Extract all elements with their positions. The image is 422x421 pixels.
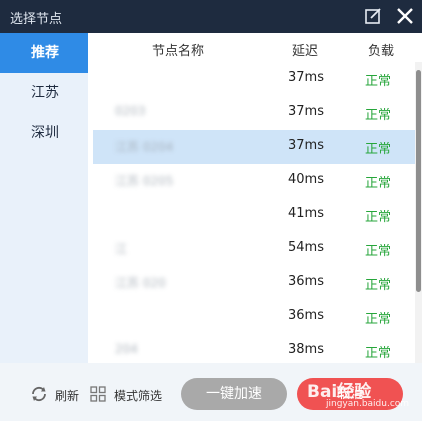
window-title: 选择节点 [10,12,63,27]
scrollbar-track[interactable] [415,62,422,364]
table-row-selected[interactable]: 江苏 0204 37ms 正常 [93,130,415,164]
node-load: 正常 [365,278,392,293]
refresh-button[interactable]: 刷新 [55,387,79,404]
baidu-jingyan-watermark: Bai经验 jingyan.baidu.com [307,377,410,413]
node-load: 正常 [365,244,392,259]
sidebar-item-recommended[interactable]: 推荐 [0,33,88,73]
node-list: 37ms 正常 0203 37ms 正常 江苏 0204 37ms 正常 江苏 … [93,62,415,364]
region-sidebar: 推荐 江苏 深圳 [0,33,88,363]
column-header-name: 节点名称 [152,44,205,59]
node-load: 正常 [365,210,392,225]
sidebar-item-shenzhen[interactable]: 深圳 [0,113,88,153]
node-name: 江苏 0205 [115,174,174,188]
node-delay: 37ms [288,70,324,85]
node-name: 0203 [115,104,146,118]
node-load: 正常 [365,176,392,191]
node-load: 正常 [365,346,392,361]
node-name [115,308,189,324]
table-row[interactable]: 江苏 020 36ms 正常 [93,266,415,300]
node-delay: 36ms [288,308,324,323]
node-name: 江苏 0204 [115,140,174,154]
grid-icon[interactable] [89,385,107,403]
node-name [115,206,189,222]
mode-filter-button[interactable]: 模式筛选 [114,387,162,404]
node-name [115,70,189,86]
node-delay: 54ms [288,240,324,255]
table-row[interactable]: 37ms 正常 [93,62,415,96]
node-delay: 40ms [288,172,324,187]
node-delay: 36ms [288,274,324,289]
sidebar-item-jiangsu[interactable]: 江苏 [0,73,88,113]
table-row[interactable]: 41ms 正常 [93,198,415,232]
table-row[interactable]: 204 38ms 正常 [93,334,415,364]
edit-icon[interactable] [363,6,383,26]
node-delay: 38ms [288,342,324,357]
title-bar: 选择节点 [0,0,422,33]
node-delay: 37ms [288,104,324,119]
refresh-icon[interactable] [30,385,48,403]
scrollbar-thumb[interactable] [416,70,421,292]
one-click-accelerate-button[interactable]: 一键加速 [181,378,287,410]
close-icon[interactable] [395,6,415,26]
table-row[interactable]: 36ms 正常 [93,300,415,334]
table-row[interactable]: 江 54ms 正常 [93,232,415,266]
table-row[interactable]: 0203 37ms 正常 [93,96,415,130]
node-load: 正常 [365,312,392,327]
node-load: 正常 [365,108,392,123]
node-delay: 41ms [288,206,324,221]
table-row[interactable]: 江苏 0205 40ms 正常 [93,164,415,198]
node-load: 正常 [365,142,392,157]
node-delay: 37ms [288,138,324,153]
node-name: 江 [115,242,128,256]
node-name: 江苏 020 [115,276,166,290]
node-name: 204 [115,342,138,356]
column-header-delay: 延迟 [292,44,319,59]
watermark-site: jingyan.baidu.com [326,399,410,409]
column-header-load: 负载 [368,44,395,59]
node-load: 正常 [365,74,392,89]
